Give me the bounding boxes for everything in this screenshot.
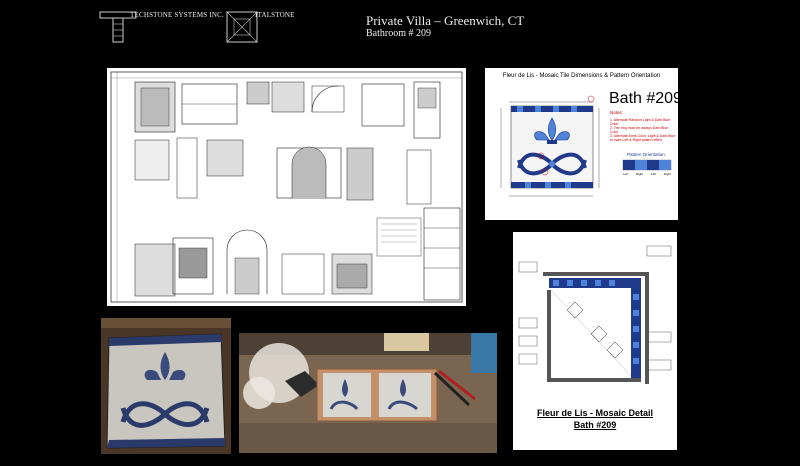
mosaic-detail-sheet: Fleur de Lis - Mosaic Detail Bath #209 (513, 232, 677, 450)
l-shaped-mosaic-border (543, 272, 649, 384)
diamond-inlays (550, 289, 632, 377)
pattern-caption: Right (635, 172, 643, 176)
italstone-logo-text: ITALSTONE (255, 11, 295, 19)
tile-sheet-note-1: 1. Alternate Random Light & Dark Blue Co… (610, 118, 671, 126)
pattern-caption: Left (650, 172, 656, 176)
workshop-photo-image (239, 333, 497, 453)
finished-mosaic-photo (101, 318, 231, 454)
detail-caption-line2: Bath #209 (573, 420, 617, 430)
tile-sheet-note-2: 2. The ring must be always Dark Blue Col… (610, 126, 669, 134)
page-subtitle: Bathroom # 209 (366, 28, 431, 39)
pattern-captions: Left Right Left Right (623, 172, 671, 176)
pattern-caption: Right (663, 172, 671, 176)
page-title: Private Villa – Greenwich, CT (366, 13, 525, 28)
architectural-drawing-sheet (107, 68, 466, 306)
tile-sheet-notes-header: Notes: (610, 110, 624, 115)
italstone-emblem-icon (226, 11, 258, 43)
italstone-logo: ITALSTONE (225, 10, 305, 44)
finished-mosaic-photo-image (101, 318, 231, 454)
tile-sheet-bath-label: Bath #209 (609, 90, 678, 107)
drawing-sheet-graphic (110, 71, 463, 303)
workshop-photo (239, 333, 497, 453)
pattern-caption: Left (623, 172, 629, 176)
tile-dimensions-sheet: Fleur de Lis - Mosaic Tile Dimensions & … (485, 68, 678, 220)
techstone-logo: TECHSTONE SYSTEMS INC. (98, 10, 224, 44)
pattern-orientation-strip (622, 159, 672, 171)
techstone-logo-text: TECHSTONE SYSTEMS INC. (130, 11, 224, 19)
detail-caption-line1: Fleur de Lis - Mosaic Detail (536, 408, 654, 418)
pattern-orientation-label: Pattern Orientation (627, 152, 665, 157)
tile-sheet-note-3: 3. Alternate Arms Color: Light & Dark Bl… (610, 134, 676, 142)
tile-sheet-title: Fleur de Lis - Mosaic Tile Dimensions & … (502, 73, 661, 79)
